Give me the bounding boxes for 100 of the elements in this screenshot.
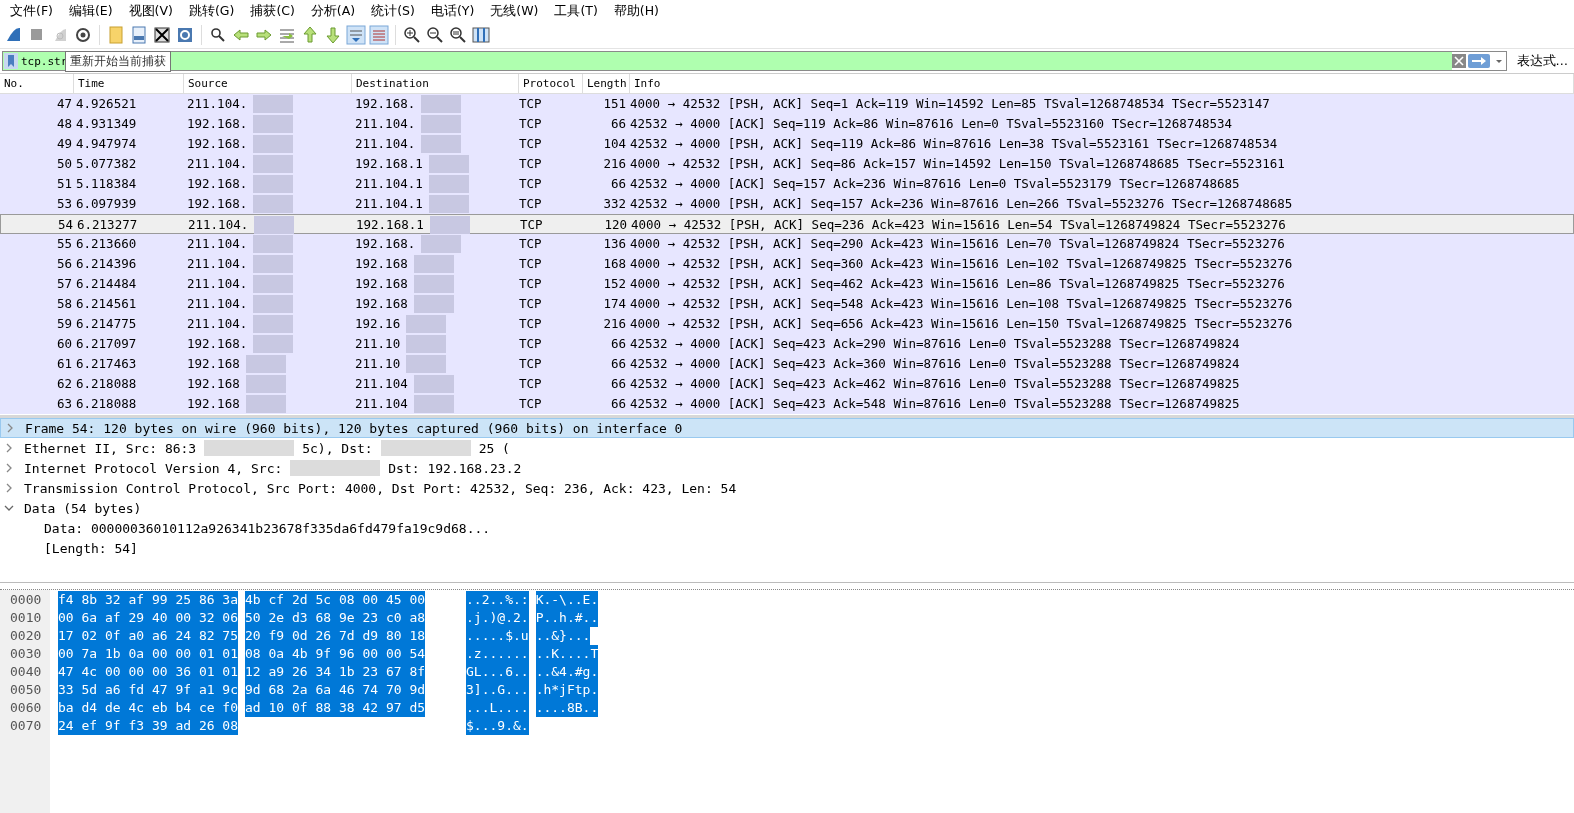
- hex-bytes[interactable]: 17 02 0f a0 a6 24 82 75: [58, 627, 238, 645]
- packet-row[interactable]: 55 6.213660 211.104. 192.168. TCP 136 4000 → 42532 [PSH, ACK] Seq=290 Ack=423 Win=15616 Len=70 TSval=1268749824 TSecr=5523276: [0, 234, 1574, 254]
- menu-item[interactable]: 工具(T): [546, 2, 606, 20]
- ascii-bytes[interactable]: .....$.u: [466, 627, 529, 645]
- packet-row[interactable]: 56 6.214396 211.104. 192.168 TCP 168 4000 → 42532 [PSH, ACK] Seq=360 Ack=423 Win=15616 Len=102 TSval=1268749825 TSecr=5523276: [0, 254, 1574, 274]
- packet-row[interactable]: 59 6.214775 211.104. 192.16 TCP 216 4000 → 42532 [PSH, ACK] Seq=656 Ack=423 Win=15616 Len=150 TSval=1268749825 TSecr=5523276: [0, 314, 1574, 334]
- hex-bytes[interactable]: 24 ef 9f f3 39 ad 26 08: [58, 717, 238, 735]
- packet-number: 48: [55, 115, 73, 133]
- ascii-bytes[interactable]: GL...6..: [466, 663, 529, 681]
- packet-row[interactable]: 50 5.077382 211.104. 192.168.1 TCP 216 4000 → 42532 [PSH, ACK] Seq=86 Ack=157 Win=14592 Len=150 TSval=1268748685 TSecr=5523161: [0, 154, 1574, 174]
- autoscroll-icon[interactable]: [346, 25, 366, 45]
- byte-offset: 0050: [9, 681, 43, 699]
- menu-item[interactable]: 捕获(C): [242, 2, 303, 20]
- column-header[interactable]: Time: [74, 74, 184, 93]
- packet-protocol: TCP: [519, 335, 543, 353]
- menu-item[interactable]: 跳转(G): [180, 2, 243, 20]
- zoom-reset-icon[interactable]: [448, 25, 468, 45]
- colorize-icon[interactable]: [369, 25, 389, 45]
- packet-row[interactable]: 61 6.217463 192.168 211.10 TCP 66 42532 → 4000 [ACK] Seq=423 Ack=360 Win=87616 Len=0 TSval=5523288 TSecr=1268749824: [0, 354, 1574, 374]
- ascii-bytes[interactable]: $...9.&.: [466, 717, 529, 735]
- packet-row[interactable]: 49 4.947974 192.168. 211.104. TCP 104 42532 → 4000 [PSH, ACK] Seq=119 Ack=86 Win=87616 Len=38 TSval=5523161 TSecr=1268748534: [0, 134, 1574, 154]
- ascii-bytes[interactable]: ..K....T: [535, 645, 599, 663]
- hex-bytes[interactable]: 08 0a 4b 9f 96 00 00 54: [245, 645, 426, 663]
- tree-row[interactable]: Data: 00000036010112a926341b23678f335da6fd479fa19c9d68...: [0, 518, 1574, 538]
- menu-item[interactable]: 分析(A): [302, 2, 364, 20]
- packet-length: 66: [609, 335, 627, 353]
- tree-row[interactable]: Frame 54: 120 bytes on wire (960 bits), 120 bytes captured (960 bits) on interface 0: [0, 418, 1574, 438]
- gear-icon[interactable]: [73, 25, 93, 45]
- tree-row[interactable]: Ethernet II, Src: 86:3 5c), Dst: 25 (: [0, 438, 1574, 458]
- packet-time: 5.118384: [75, 175, 138, 193]
- hex-bytes[interactable]: 4b cf 2d 5c 08 00 45 00: [245, 591, 426, 609]
- packet-row[interactable]: 63 6.218088 192.168 211.104 TCP 66 42532 → 4000 [ACK] Seq=423 Ack=548 Win=87616 Len=0 TSval=5523288 TSecr=1268749825: [0, 394, 1574, 414]
- packet-row[interactable]: 48 4.931349 192.168. 211.104. TCP 66 42532 → 4000 [ACK] Seq=119 Ack=86 Win=87616 Len=0 TSval=5523160 TSecr=1268748534: [0, 114, 1574, 134]
- hex-bytes[interactable]: 33 5d a6 fd 47 9f a1 9c: [58, 681, 238, 699]
- hex-bytes[interactable]: ba d4 de 4c eb b4 ce f0: [58, 699, 238, 717]
- packet-row[interactable]: 51 5.118384 192.168. 211.104.1 TCP 66 42532 → 4000 [ACK] Seq=157 Ack=236 Win=87616 Len=0 TSval=5523179 TSecr=1268748685: [0, 174, 1574, 194]
- ascii-bytes[interactable]: ..2..%.:: [466, 591, 529, 609]
- hex-bytes[interactable]: 9d 68 2a 6a 46 74 70 9d: [245, 681, 426, 699]
- hex-bytes[interactable]: 20 f9 0d 26 7d d9 80 18: [245, 627, 426, 645]
- hex-bytes[interactable]: 50 2e d3 68 9e 23 c0 a8: [245, 609, 426, 627]
- packet-protocol: TCP: [519, 155, 543, 173]
- packet-row[interactable]: 62 6.218088 192.168 211.104 TCP 66 42532 → 4000 [ACK] Seq=423 Ack=462 Win=87616 Len=0 TSval=5523288 TSecr=1268749825: [0, 374, 1574, 394]
- menu-item[interactable]: 帮助(H): [605, 2, 667, 20]
- tree-row[interactable]: Internet Protocol Version 4, Src: Dst: 192.168.23.2: [0, 458, 1574, 478]
- ascii-bytes[interactable]: ...L....: [466, 699, 529, 717]
- packet-time: 6.218088: [75, 375, 138, 393]
- ascii-bytes[interactable]: K.-\..E.: [535, 591, 599, 609]
- ascii-bytes[interactable]: ..&}...: [535, 627, 591, 645]
- close-file-icon[interactable]: [152, 25, 172, 45]
- column-header[interactable]: Source: [184, 74, 352, 93]
- destination-address: 211.104.: [355, 135, 416, 153]
- hex-bytes[interactable]: 12 a9 26 34 1b 23 67 8f: [245, 663, 426, 681]
- column-header[interactable]: No.: [0, 74, 74, 93]
- packet-row[interactable]: 47 4.926521 211.104. 192.168. TCP 151 4000 → 42532 [PSH, ACK] Seq=1 Ack=119 Win=14592 Len=85 TSval=1268748534 TSecr=5523147: [0, 94, 1574, 114]
- hex-bytes[interactable]: 00 6a af 29 40 00 32 06: [58, 609, 238, 627]
- packet-row[interactable]: 53 6.097939 192.168. 211.104.1 TCP 332 42532 → 4000 [PSH, ACK] Seq=157 Ack=236 Win=87616 Len=266 TSval=5523276 TSecr=1268748685: [0, 194, 1574, 214]
- redaction-block: [413, 375, 454, 393]
- tree-row[interactable]: Data (54 bytes): [0, 498, 1574, 518]
- column-header[interactable]: Protocol: [519, 74, 583, 93]
- menu-item[interactable]: 统计(S): [363, 2, 423, 20]
- chevron-down-icon[interactable]: [4, 503, 14, 513]
- tree-row[interactable]: Transmission Control Protocol, Src Port: 4000, Dst Port: 42532, Seq: 236, Ack: 423, Len: 54: [0, 478, 1574, 498]
- ascii-bytes[interactable]: 3]..G...: [466, 681, 529, 699]
- packet-row[interactable]: 54 6.213277 211.104. 192.168.1 TCP 120 4000 → 42532 [PSH, ACK] Seq=236 Ack=423 Win=15616 Len=54 TSval=1268749824 TSecr=5523276: [0, 214, 1574, 234]
- source-address: 192.168: [187, 375, 240, 393]
- ascii-bytes[interactable]: ....8B..: [535, 699, 599, 717]
- reload-icon[interactable]: [175, 25, 195, 45]
- ascii-bytes[interactable]: .j.)@.2.: [466, 609, 529, 627]
- ascii-bytes[interactable]: P..h.#..: [535, 609, 599, 627]
- redaction-block: [245, 395, 286, 413]
- hex-bytes[interactable]: 47 4c 00 00 00 36 01 01: [58, 663, 238, 681]
- bookmark-icon[interactable]: [4, 53, 18, 69]
- ascii-bytes[interactable]: .z......: [466, 645, 529, 663]
- column-header[interactable]: Length: [583, 74, 630, 93]
- packet-row[interactable]: 58 6.214561 211.104. 192.168 TCP 174 4000 → 42532 [PSH, ACK] Seq=548 Ack=423 Win=15616 Len=108 TSval=1268749825 TSecr=5523276: [0, 294, 1574, 314]
- folder-icon[interactable]: [106, 25, 126, 45]
- menu-item[interactable]: 编辑(E): [60, 2, 121, 20]
- clear-icon[interactable]: [1451, 54, 1466, 68]
- column-header[interactable]: Destination: [352, 74, 519, 93]
- tree-row[interactable]: [Length: 54]: [0, 538, 1574, 558]
- up-arrow-icon[interactable]: [300, 25, 320, 45]
- packet-protocol: TCP: [519, 95, 543, 113]
- hex-bytes[interactable]: 00 7a 1b 0a 00 00 01 01: [58, 645, 238, 663]
- hex-bytes[interactable]: f4 8b 32 af 99 25 86 3a: [58, 591, 238, 609]
- column-header[interactable]: Info: [630, 74, 1574, 93]
- ascii-bytes[interactable]: .h*jFtp.: [535, 681, 599, 699]
- down-arrow-icon[interactable]: [323, 25, 343, 45]
- hex-bytes[interactable]: ad 10 0f 88 38 42 97 d5: [245, 699, 426, 717]
- expression-button[interactable]: 表达式…: [1512, 52, 1572, 70]
- menu-item[interactable]: 电话(Y): [422, 2, 483, 20]
- zoom-in-icon[interactable]: [402, 25, 422, 45]
- zoom-out-icon[interactable]: [425, 25, 445, 45]
- menu-item[interactable]: 视图(V): [120, 2, 181, 20]
- resize-columns-icon[interactable]: [471, 25, 491, 45]
- packet-row[interactable]: 60 6.217097 192.168. 211.10 TCP 66 42532 → 4000 [ACK] Seq=423 Ack=290 Win=87616 Len=0 TSval=5523288 TSecr=1268749824: [0, 334, 1574, 354]
- menu-item[interactable]: 无线(W): [482, 2, 547, 20]
- menu-item[interactable]: 文件(F): [2, 2, 61, 20]
- ascii-bytes[interactable]: ..&4.#g.: [535, 663, 599, 681]
- file-binary-icon[interactable]: [129, 25, 149, 45]
- packet-row[interactable]: 57 6.214484 211.104. 192.168 TCP 152 4000 → 42532 [PSH, ACK] Seq=462 Ack=423 Win=15616 Len=86 TSval=1268749825 TSecr=5523276: [0, 274, 1574, 294]
